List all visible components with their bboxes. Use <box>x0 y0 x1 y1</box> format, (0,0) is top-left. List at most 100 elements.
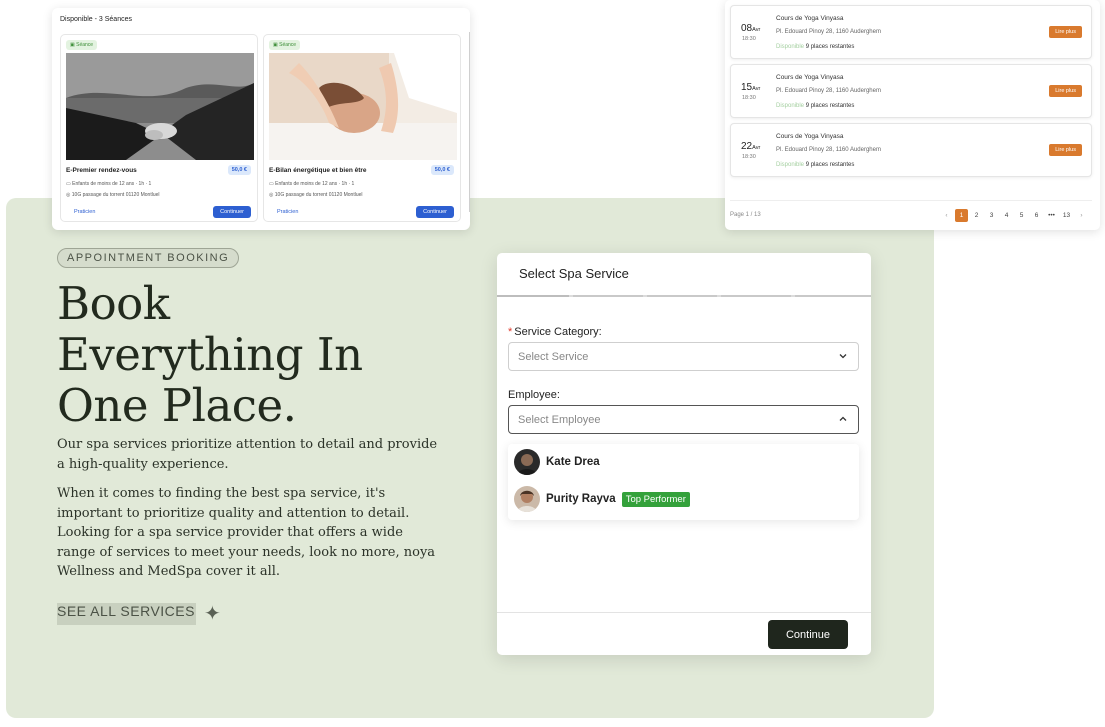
availability-label: Disponible <box>776 162 805 168</box>
service-title: E-Premier rendez-vous <box>66 167 137 174</box>
sparkle-icon: ✦ <box>203 603 221 625</box>
description-paragraph: When it comes to finding the best spa se… <box>57 486 436 579</box>
folder-icon: ▭ <box>66 181 71 187</box>
step-progress <box>497 295 871 297</box>
see-all-label[interactable]: SEE ALL SERVICES <box>57 603 196 625</box>
read-more-button[interactable]: Lire plus <box>1049 85 1082 97</box>
session-title: Cours de Yoga Vinyasa <box>776 74 844 81</box>
page-title: Book Everything In One Place. <box>57 278 477 431</box>
energy-massage-image <box>269 53 457 160</box>
session-item[interactable]: 08Avr 18:30 Cours de Yoga Vinyasa Pl. Ed… <box>730 5 1092 59</box>
employee-name: Purity Rayva <box>546 493 616 505</box>
session-availability: Disponible 9 places restantes <box>776 162 854 168</box>
see-all-services-link[interactable]: SEE ALL SERVICES ✦ <box>57 603 221 625</box>
chevron-down-icon <box>839 354 847 359</box>
employee-placeholder: Select Employee <box>518 414 601 426</box>
read-more-button[interactable]: Lire plus <box>1049 26 1082 38</box>
session-title: Cours de Yoga Vinyasa <box>776 15 844 22</box>
service-address: ◎ 10G passage du torrent 01120 Montluel <box>269 192 363 198</box>
practitioner-link[interactable]: Praticien <box>277 209 298 215</box>
intro-paragraph: Our spa services prioritize attention to… <box>57 437 438 472</box>
avatar <box>514 486 540 512</box>
places-remaining: 9 places restantes <box>805 162 855 168</box>
chevron-right-icon[interactable]: › <box>1075 209 1088 222</box>
session-badge: ▣ Séance <box>66 40 98 50</box>
read-more-button[interactable]: Lire plus <box>1049 144 1082 156</box>
service-address-text: 10G passage du torrent 01120 Montluel <box>274 192 363 198</box>
employee-option[interactable]: Kate Drea <box>514 449 600 475</box>
service-category-select[interactable]: Select Service <box>508 342 859 371</box>
employee-select[interactable]: Select Employee <box>508 405 859 434</box>
session-date: 15Avr <box>741 82 760 93</box>
session-date: 22Avr <box>741 141 760 152</box>
holding-hands-image <box>66 53 254 160</box>
page-ellipsis[interactable]: ••• <box>1045 209 1058 222</box>
employee-option[interactable]: Purity Rayva Top Performer <box>514 486 690 512</box>
step-indicator <box>573 295 643 297</box>
practitioner-link[interactable]: Praticien <box>74 209 95 215</box>
calendar-icon: ▣ <box>273 42 278 48</box>
avatar <box>514 449 540 475</box>
continue-button[interactable]: Continuer <box>416 206 454 218</box>
page-button[interactable]: 6 <box>1030 209 1043 222</box>
page-button[interactable]: 5 <box>1015 209 1028 222</box>
page-button[interactable]: 4 <box>1000 209 1013 222</box>
location-icon: ◎ <box>66 192 71 198</box>
page-info: Page 1 / 13 <box>730 212 761 218</box>
session-item[interactable]: 22Avr 18:30 Cours de Yoga Vinyasa Pl. Ed… <box>730 123 1092 177</box>
page-button[interactable]: 1 <box>955 209 968 222</box>
service-category-label: * Service Category: <box>508 326 602 338</box>
service-address: ◎ 10G passage du torrent 01120 Montluel <box>66 192 160 198</box>
top-performer-badge: Top Performer <box>621 491 690 507</box>
chevron-left-icon[interactable]: ‹ <box>940 209 953 222</box>
session-badge-label: Séance <box>76 42 94 48</box>
session-time: 18:30 <box>742 36 756 42</box>
session-item[interactable]: 15Avr 18:30 Cours de Yoga Vinyasa Pl. Ed… <box>730 64 1092 118</box>
pagination: ‹ 1 2 3 4 5 6 ••• 13 › <box>940 209 1088 222</box>
session-time: 18:30 <box>742 154 756 160</box>
employee-label: Employee: <box>508 389 560 401</box>
services-cards-panel: Disponible - 3 Séances ▣ Séance E-Premie… <box>52 8 470 230</box>
cards-panel-title: Disponible - 3 Séances <box>60 16 132 23</box>
price-badge: 50,0 € <box>227 165 251 175</box>
required-mark: * <box>508 326 513 338</box>
eyebrow-tag: APPOINTMENT BOOKING <box>57 248 240 268</box>
session-date: 08Avr <box>741 23 760 34</box>
session-badge-label: Séance <box>279 42 297 48</box>
places-remaining: 9 places restantes <box>805 103 855 109</box>
title-line: Everything In <box>57 328 363 381</box>
folder-icon: ▭ <box>269 181 274 187</box>
service-meta-text: Enfants de moins de 12 ans · 1h · 1 <box>72 181 152 187</box>
step-indicator <box>721 295 791 297</box>
session-availability: Disponible 9 places restantes <box>776 44 854 50</box>
chevron-up-icon <box>839 416 847 421</box>
session-day: 22 <box>741 141 753 152</box>
title-line: One Place. <box>57 379 297 432</box>
scrollbar[interactable] <box>469 32 470 212</box>
page-button[interactable]: 13 <box>1060 209 1073 222</box>
availability-label: Disponible <box>776 44 805 50</box>
continue-button[interactable]: Continue <box>768 620 848 649</box>
continue-button[interactable]: Continuer <box>213 206 251 218</box>
sessions-list-panel: 08Avr 18:30 Cours de Yoga Vinyasa Pl. Ed… <box>725 0 1100 230</box>
session-time: 18:30 <box>742 95 756 101</box>
price-badge: 50,0 € <box>430 165 454 175</box>
session-day: 08 <box>741 23 753 34</box>
page-button[interactable]: 3 <box>985 209 998 222</box>
step-indicator <box>795 295 871 297</box>
session-title: Cours de Yoga Vinyasa <box>776 133 844 140</box>
modal-title: Select Spa Service <box>519 266 629 281</box>
service-meta: ▭ Enfants de moins de 12 ans · 1h · 1 <box>66 181 151 187</box>
session-address: Pl. Edouard Pinoy 28, 1160 Auderghem <box>776 88 881 94</box>
service-card[interactable]: ▣ Séance E-Bilan énergétique et bien êtr… <box>263 34 461 222</box>
places-remaining: 9 places restantes <box>805 44 855 50</box>
page-button[interactable]: 2 <box>970 209 983 222</box>
session-month: Avr <box>752 145 761 151</box>
service-card[interactable]: ▣ Séance E-Premier rendez-vous 50,0 € ▭ … <box>60 34 258 222</box>
session-month: Avr <box>752 27 761 33</box>
availability-label: Disponible <box>776 103 805 109</box>
title-line: Book <box>57 277 170 330</box>
session-month: Avr <box>752 86 761 92</box>
service-category-label-text: Service Category: <box>514 326 602 338</box>
booking-modal: Select Spa Service * Service Category: Se… <box>497 253 871 655</box>
